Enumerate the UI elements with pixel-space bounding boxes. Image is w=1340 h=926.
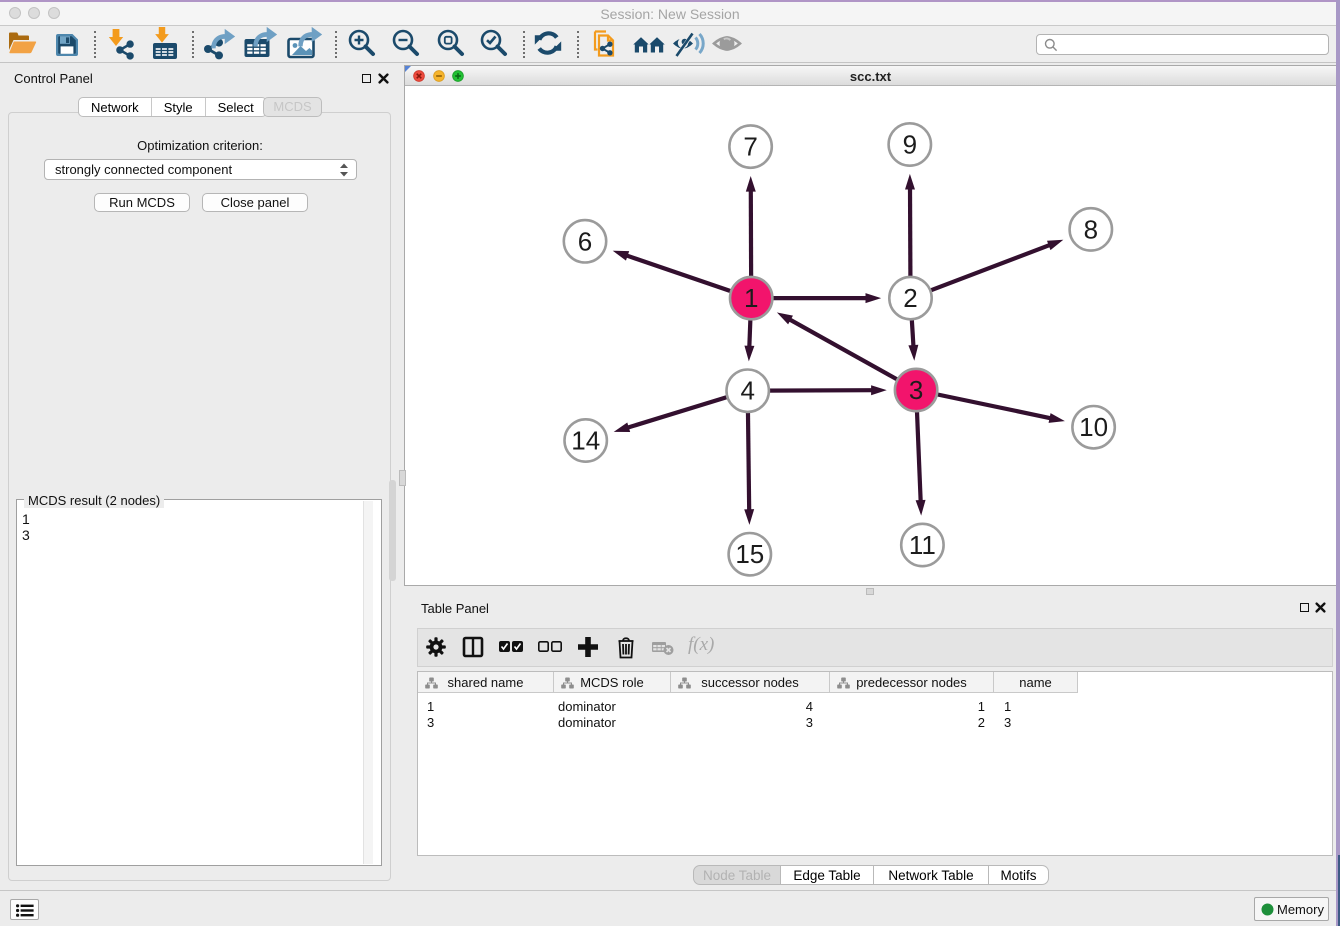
svg-text:6: 6 bbox=[578, 226, 592, 256]
svg-text:10: 10 bbox=[1079, 412, 1108, 442]
svg-text:7: 7 bbox=[743, 132, 757, 162]
svg-text:11: 11 bbox=[909, 530, 936, 560]
svg-text:3: 3 bbox=[909, 375, 923, 405]
svg-text:4: 4 bbox=[740, 376, 754, 406]
svg-text:2: 2 bbox=[903, 283, 917, 313]
svg-text:9: 9 bbox=[903, 130, 917, 160]
svg-text:8: 8 bbox=[1084, 214, 1098, 244]
svg-text:15: 15 bbox=[735, 539, 764, 569]
svg-text:14: 14 bbox=[571, 426, 600, 456]
svg-text:1: 1 bbox=[744, 283, 758, 313]
